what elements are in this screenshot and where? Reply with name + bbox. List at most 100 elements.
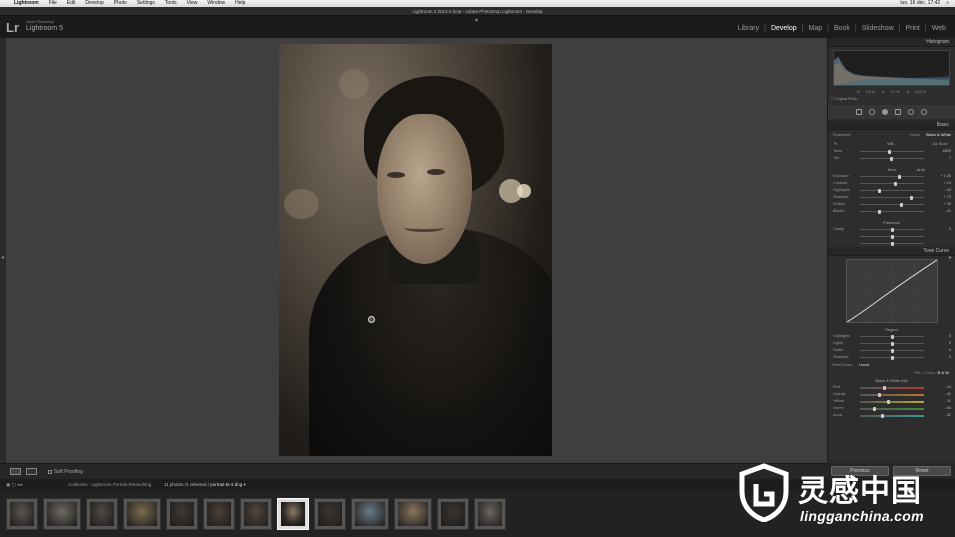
slider-track[interactable]	[860, 190, 924, 191]
spotlight-icon[interactable]: ⌕	[946, 0, 949, 7]
menu-lightroom[interactable]: Lightroom	[14, 0, 39, 7]
tone-auto-button[interactable]: Auto	[917, 166, 925, 173]
slider-knob[interactable]	[890, 234, 894, 239]
graduated-filter-icon[interactable]	[895, 109, 901, 115]
module-map[interactable]: Map	[803, 25, 827, 32]
left-panel-toggle-icon[interactable]: ◂	[1, 254, 4, 261]
wb-eyedropper-icon[interactable]: ✎	[834, 139, 837, 148]
module-web[interactable]: Web	[927, 25, 951, 32]
slider-knob[interactable]	[887, 399, 891, 404]
slider-knob[interactable]	[872, 406, 876, 411]
loupe-view-button[interactable]	[10, 468, 21, 475]
selected-file[interactable]: portrait-bt-2.dng	[210, 482, 242, 487]
histogram[interactable]	[833, 50, 950, 86]
slider-track[interactable]	[860, 211, 924, 212]
darks-slider[interactable]: Darks 0	[828, 347, 955, 354]
radial-filter-icon[interactable]	[908, 109, 914, 115]
slider-track[interactable]	[860, 394, 924, 396]
slider-track[interactable]	[860, 151, 924, 152]
soft-proofing-checkbox[interactable]	[48, 470, 52, 474]
histogram-header[interactable]: Histogram	[828, 38, 955, 47]
left-panel-collapsed[interactable]	[0, 38, 6, 463]
slider-value[interactable]: - 41	[944, 392, 951, 396]
filmstrip-thumbnail[interactable]	[240, 498, 272, 530]
filmstrip-thumbnail[interactable]	[394, 498, 432, 530]
point-curve-dropdown[interactable]: Linear	[859, 363, 870, 367]
filmstrip-thumbnail[interactable]	[437, 498, 469, 530]
slider-track[interactable]	[860, 204, 924, 205]
blank-slider[interactable]	[828, 240, 955, 247]
slider-knob[interactable]	[893, 181, 897, 186]
tint-value[interactable]: - 7	[947, 156, 951, 160]
blank-slider[interactable]	[828, 233, 955, 240]
module-book[interactable]: Book	[829, 25, 855, 32]
contrast-slider[interactable]: Contrast + 13	[828, 180, 955, 187]
slider-value[interactable]: 0	[949, 341, 951, 345]
slider-knob[interactable]	[890, 241, 894, 246]
menu-file[interactable]: File	[49, 0, 57, 7]
menu-view[interactable]: View	[187, 0, 198, 7]
slider-knob[interactable]	[890, 156, 893, 161]
targeted-adjustment-cursor-icon[interactable]	[368, 316, 375, 323]
portrait-photo[interactable]	[279, 44, 552, 456]
slider-track[interactable]	[860, 401, 924, 403]
menu-develop[interactable]: Develop	[85, 0, 103, 7]
filmstrip-thumbnail[interactable]	[166, 498, 198, 530]
clock[interactable]: lun. 16 déc. 17:42	[900, 0, 940, 7]
top-panel-toggle-icon[interactable]: ▴	[475, 16, 478, 23]
spot-removal-icon[interactable]	[869, 109, 875, 115]
slider-knob[interactable]	[900, 202, 904, 207]
slider-knob[interactable]	[880, 413, 884, 418]
basic-header[interactable]: Basic	[828, 121, 955, 130]
tone-curve-header[interactable]: Tone Curve	[828, 247, 955, 256]
orange-slider[interactable]: Orange - 41	[828, 391, 955, 398]
tone-curve-graph[interactable]	[845, 259, 938, 323]
slider-value[interactable]: + 30	[944, 202, 952, 206]
green-slider[interactable]: Green - 64	[828, 405, 955, 412]
slider-value[interactable]: - 41	[944, 209, 951, 213]
menu-tools[interactable]: Tools	[165, 0, 177, 7]
slider-knob[interactable]	[882, 385, 886, 390]
filmstrip-thumbnail[interactable]	[43, 498, 81, 530]
red-eye-icon[interactable]	[882, 109, 888, 115]
slider-value[interactable]: 0	[949, 334, 951, 338]
slider-knob[interactable]	[877, 392, 881, 397]
tint-slider[interactable]: Tint - 7	[828, 155, 955, 162]
tab-bw[interactable]: B & W	[938, 370, 949, 375]
temp-value[interactable]: 4500	[943, 149, 951, 153]
shadows-slider[interactable]: Shadows + 73	[828, 194, 955, 201]
temp-slider[interactable]: Temp 4500	[828, 148, 955, 155]
aqua-slider[interactable]: Aqua - 32	[828, 412, 955, 419]
filmstrip-thumbnail[interactable]	[351, 498, 389, 530]
original-photo-checkbox[interactable]: ☐ Original Photo	[828, 95, 955, 103]
lights-slider[interactable]: Lights 0	[828, 340, 955, 347]
wb-dropdown[interactable]: As Shot	[933, 139, 947, 148]
slider-knob[interactable]	[890, 355, 894, 360]
slider-knob[interactable]	[909, 195, 913, 200]
slider-track[interactable]	[860, 387, 924, 389]
slider-track[interactable]	[860, 183, 924, 184]
module-slideshow[interactable]: Slideshow	[857, 25, 899, 32]
menu-settings[interactable]: Settings	[137, 0, 155, 7]
filmstrip-thumbnail[interactable]	[203, 498, 235, 530]
filmstrip-nav-icons[interactable]: ▣ ▢ ◂ ▸	[6, 479, 23, 491]
filmstrip-thumbnail[interactable]	[123, 498, 161, 530]
blacks-slider[interactable]: Blacks - 41	[828, 208, 955, 215]
crop-tool-icon[interactable]	[856, 109, 862, 115]
menu-help[interactable]: Help	[235, 0, 245, 7]
slider-track[interactable]	[860, 197, 924, 198]
slider-track[interactable]	[860, 415, 924, 417]
slider-knob[interactable]	[890, 348, 894, 353]
treatment-bw-button[interactable]: Black & White	[926, 132, 951, 137]
slider-value[interactable]: + 73	[944, 195, 952, 199]
before-after-button[interactable]	[26, 468, 37, 475]
tab-hsl[interactable]: HSL	[914, 370, 922, 375]
slider-value[interactable]: + 1,00	[940, 174, 951, 178]
slider-knob[interactable]	[877, 188, 881, 193]
highlights-slider[interactable]: Highlights 0	[828, 333, 955, 340]
slider-track[interactable]	[860, 408, 924, 410]
slider-value[interactable]: 0	[949, 227, 951, 231]
adjustment-brush-icon[interactable]	[921, 109, 927, 115]
shadows-slider[interactable]: Shadows 0	[828, 354, 955, 361]
filmstrip-source[interactable]: Collection : Lightroom Portrait Retouchi…	[68, 479, 151, 491]
